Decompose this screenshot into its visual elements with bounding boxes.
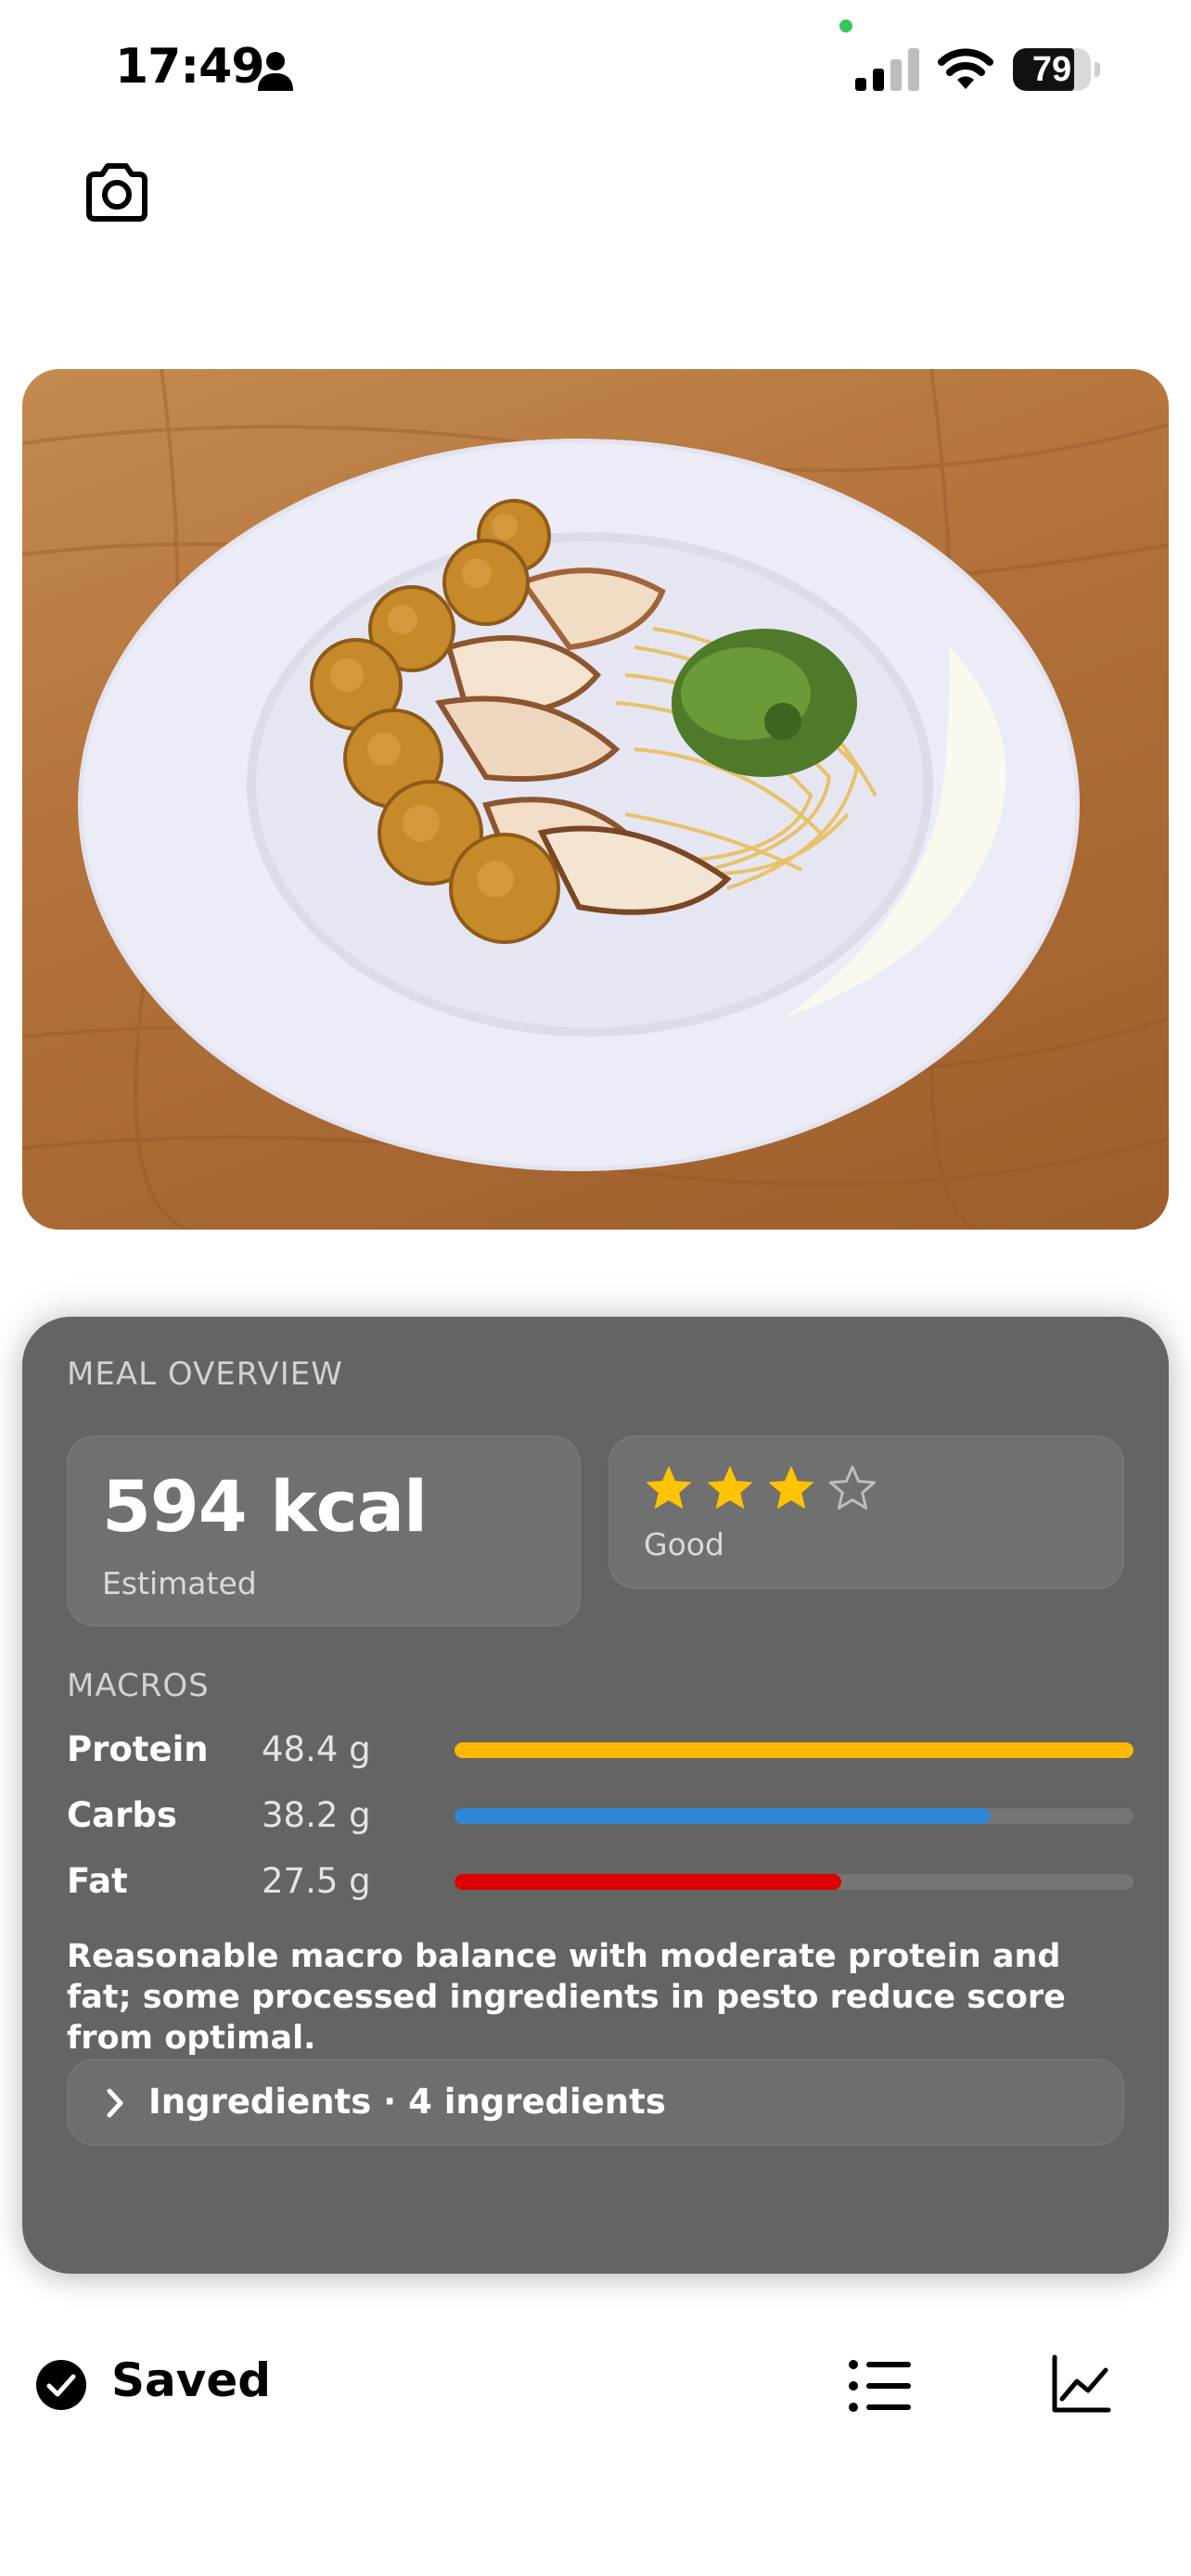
macro-row-fat: Fat 27.5 g xyxy=(67,1858,1133,1905)
cellular-signal-icon xyxy=(855,48,919,91)
macro-bar-fill-carbs xyxy=(455,1808,992,1824)
battery-level: 79 xyxy=(1031,50,1072,89)
camera-in-use-indicator xyxy=(839,19,852,32)
calorie-box: 594 kcal Estimated xyxy=(67,1435,581,1626)
meal-summary: Reasonable macro balance with moderate p… xyxy=(67,1938,1066,2057)
wifi-icon xyxy=(938,48,993,89)
macro-bar-fill-protein xyxy=(455,1742,1133,1758)
macros-heading: MACROS xyxy=(67,1667,210,1704)
rating-label: Good xyxy=(644,1526,724,1562)
calorie-value: 594 kcal xyxy=(102,1465,428,1548)
meal-detail-screen: 17:49 79 MEAL OVERVIEW 594 kcal Estimate… xyxy=(0,0,1191,2576)
star-rating xyxy=(644,1463,877,1519)
meal-photo xyxy=(22,369,1169,1230)
macro-value: 48.4 g xyxy=(262,1729,371,1769)
macro-value: 38.2 g xyxy=(262,1795,371,1835)
macro-value: 27.5 g xyxy=(262,1861,371,1901)
star-outline-icon xyxy=(829,1465,876,1510)
battery-indicator: 79 xyxy=(1013,48,1102,91)
meal-overview-heading: MEAL OVERVIEW xyxy=(67,1356,343,1393)
checkmark-circle-icon xyxy=(36,2360,86,2410)
macro-bar-track xyxy=(455,1874,1133,1890)
battery-body: 79 xyxy=(1013,48,1091,91)
macro-name: Carbs xyxy=(67,1795,177,1835)
macro-name: Protein xyxy=(67,1729,209,1769)
status-time: 17:49 xyxy=(115,39,265,95)
meal-overview-card: MEAL OVERVIEW 594 kcal Estimated Good MA… xyxy=(22,1317,1169,2274)
chevron-right-icon xyxy=(107,2088,123,2118)
macro-row-protein: Protein 48.4 g xyxy=(67,1727,1133,1773)
ingredients-disclosure-button[interactable]: Ingredients · 4 ingredients xyxy=(67,2059,1124,2146)
star-filled-icon xyxy=(708,1466,752,1509)
star-filled-icon xyxy=(647,1466,691,1509)
macro-bar-track xyxy=(455,1742,1133,1758)
ingredients-label: Ingredients · 4 ingredients xyxy=(148,2082,666,2122)
macro-bar-fill-fat xyxy=(455,1874,842,1890)
list-icon[interactable] xyxy=(848,2357,913,2415)
person-icon xyxy=(258,52,293,91)
macro-name: Fat xyxy=(67,1861,128,1901)
battery-cap xyxy=(1095,62,1100,77)
chart-icon[interactable] xyxy=(1050,2353,1111,2415)
calorie-caption: Estimated xyxy=(102,1565,257,1601)
star-filled-icon xyxy=(769,1466,813,1509)
camera-icon[interactable] xyxy=(80,156,154,230)
saved-status-label: Saved xyxy=(111,2353,272,2407)
macro-bar-track xyxy=(455,1808,1133,1824)
rating-box: Good xyxy=(608,1435,1124,1589)
macro-row-carbs: Carbs 38.2 g xyxy=(67,1792,1133,1839)
